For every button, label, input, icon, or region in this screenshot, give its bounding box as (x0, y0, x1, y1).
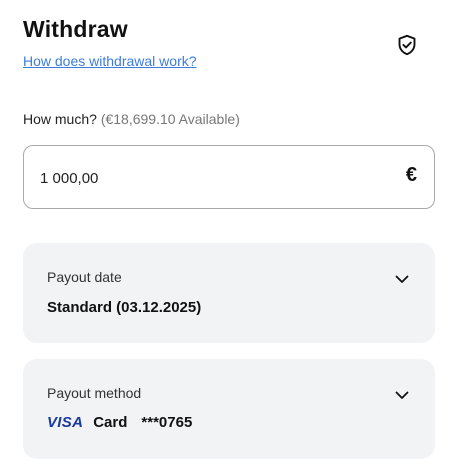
amount-field-container: € (23, 145, 435, 209)
page-title: Withdraw (23, 16, 128, 42)
visa-logo-icon: VISA (47, 414, 84, 431)
amount-input[interactable] (40, 166, 360, 190)
euro-currency-symbol: € (405, 164, 417, 186)
withdraw-page: Withdraw How does withdrawal work? How m… (0, 0, 452, 471)
payout-date-selector[interactable]: Payout date Standard (03.12.2025) (23, 243, 435, 343)
payout-method-label: Payout method (47, 385, 142, 401)
amount-label: How much? (€18,699.10 Available) (23, 111, 240, 127)
payout-date-value: Standard (03.12.2025) (47, 299, 202, 316)
payout-method-selector[interactable]: Payout method VISA Card ***0765 (23, 359, 435, 459)
payout-date-label: Payout date (47, 269, 122, 285)
payout-method-value: VISA Card ***0765 (47, 414, 192, 431)
card-number: ***0765 (141, 414, 193, 431)
chevron-down-icon[interactable] (394, 387, 410, 403)
amount-label-text: How much? (23, 111, 97, 127)
how-withdrawal-works-link[interactable]: How does withdrawal work? (23, 53, 197, 69)
card-type: Card (93, 414, 128, 431)
shield-check-icon[interactable] (395, 33, 419, 57)
chevron-down-icon[interactable] (394, 271, 410, 287)
available-balance: (€18,699.10 Available) (100, 111, 240, 127)
